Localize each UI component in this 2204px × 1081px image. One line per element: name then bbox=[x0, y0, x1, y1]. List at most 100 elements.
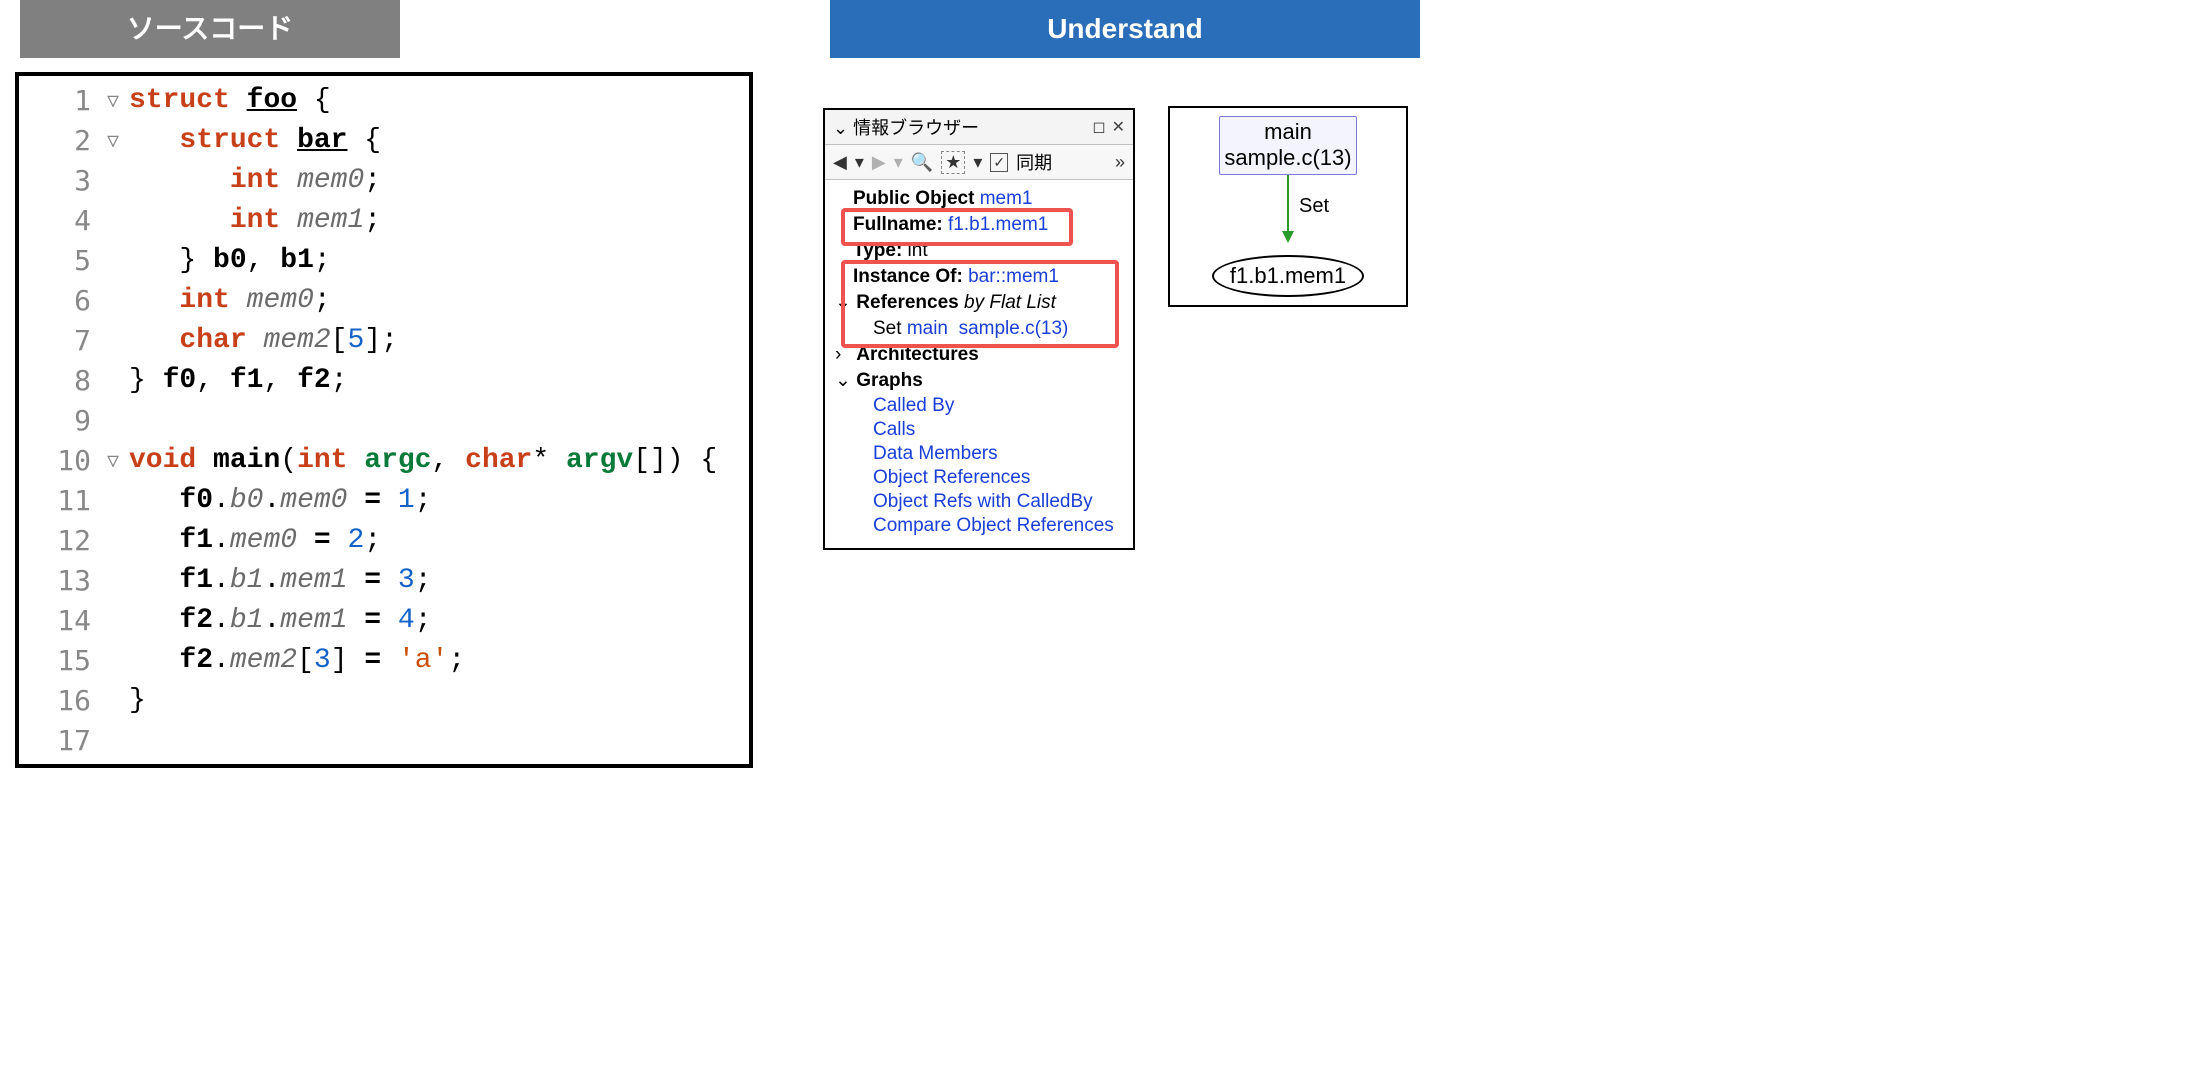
line-number: 12 bbox=[19, 524, 95, 557]
code-line[interactable]: 9 bbox=[19, 400, 749, 440]
info-reference-item[interactable]: Set main sample.c(13) bbox=[829, 316, 1129, 342]
code-text: f1.b1.mem1 = 3; bbox=[95, 565, 432, 596]
info-public-object: Public Object mem1 bbox=[829, 186, 1129, 212]
code-line[interactable]: 8} f0, f1, f2; bbox=[19, 360, 749, 400]
info-architectures[interactable]: › Architectures bbox=[829, 342, 1129, 368]
line-number: 9 bbox=[19, 404, 95, 437]
architectures-label: Architectures bbox=[856, 344, 979, 365]
star-icon[interactable]: ★ bbox=[941, 151, 965, 174]
chevron-down-icon[interactable]: ⌄ bbox=[833, 118, 848, 138]
code-text: } f0, f1, f2; bbox=[95, 365, 348, 396]
code-line[interactable]: 15 f2.mem2[3] = 'a'; bbox=[19, 640, 749, 680]
line-number: 17 bbox=[19, 724, 95, 757]
line-number: 10▽ bbox=[19, 444, 95, 477]
line-number: 5 bbox=[19, 244, 95, 277]
code-line[interactable]: 10▽void main(int argc, char* argv[]) { bbox=[19, 440, 749, 480]
line-number: 7 bbox=[19, 324, 95, 357]
info-browser-toolbar: ◀ ▾ ▶ ▾ 🔍 ★ ▾ ✓ 同期 » bbox=[825, 145, 1133, 180]
fullname-label: Fullname bbox=[853, 214, 936, 235]
graph-edge: Set bbox=[1178, 175, 1398, 245]
code-text: f2.b1.mem1 = 4; bbox=[95, 605, 432, 636]
info-browser-panel: ⌄ 情報ブラウザー ◻ ✕ ◀ ▾ ▶ ▾ 🔍 ★ ▾ ✓ 同期 » Publi… bbox=[823, 108, 1135, 550]
fullname-value[interactable]: f1.b1.mem1 bbox=[948, 214, 1048, 235]
public-object-value[interactable]: mem1 bbox=[980, 188, 1033, 209]
code-line[interactable]: 12 f1.mem0 = 2; bbox=[19, 520, 749, 560]
reference-location[interactable]: sample.c(13) bbox=[959, 318, 1069, 339]
instanceof-label: Instance Of bbox=[853, 266, 956, 287]
reference-kind: Set bbox=[873, 318, 902, 339]
graph-list-item[interactable]: Object References bbox=[829, 466, 1129, 490]
tree-expanded-icon[interactable]: ⌄ bbox=[835, 291, 851, 315]
line-number: 4 bbox=[19, 204, 95, 237]
forward-icon: ▶ bbox=[872, 152, 886, 173]
line-number: 11 bbox=[19, 484, 95, 517]
code-text: struct foo { bbox=[95, 85, 331, 116]
code-text: int mem0; bbox=[95, 165, 381, 196]
info-fullname: Fullname: f1.b1.mem1 bbox=[829, 212, 1129, 238]
reference-func[interactable]: main bbox=[907, 318, 948, 339]
graph-target-node[interactable]: f1.b1.mem1 bbox=[1212, 255, 1364, 297]
code-line[interactable]: 2▽ struct bar { bbox=[19, 120, 749, 160]
instanceof-value[interactable]: bar::mem1 bbox=[968, 266, 1059, 287]
code-line[interactable]: 3 int mem0; bbox=[19, 160, 749, 200]
tree-expanded-icon[interactable]: ⌄ bbox=[835, 369, 851, 393]
code-line[interactable]: 5 } b0, b1; bbox=[19, 240, 749, 280]
info-references[interactable]: ⌄ References by Flat List bbox=[829, 290, 1129, 316]
graph-target-label: f1.b1.mem1 bbox=[1230, 263, 1346, 288]
line-number: 13 bbox=[19, 564, 95, 597]
public-object-label: Public Object bbox=[853, 188, 974, 209]
fold-icon[interactable]: ▽ bbox=[107, 88, 119, 112]
code-text: } b0, b1; bbox=[95, 245, 331, 276]
back-menu-icon[interactable]: ▾ bbox=[855, 152, 864, 173]
code-text: f2.mem2[3] = 'a'; bbox=[95, 645, 465, 676]
graph-caller-node[interactable]: main sample.c(13) bbox=[1219, 116, 1356, 175]
graphs-label: Graphs bbox=[856, 370, 923, 391]
info-browser-titlebar: ⌄ 情報ブラウザー ◻ ✕ bbox=[825, 110, 1133, 145]
forward-menu-icon: ▾ bbox=[894, 152, 903, 173]
info-graphs[interactable]: ⌄ Graphs bbox=[829, 368, 1129, 394]
code-text: f0.b0.mem0 = 1; bbox=[95, 485, 432, 516]
header-understand: Understand bbox=[830, 0, 1420, 58]
info-browser-body: Public Object mem1 Fullname: f1.b1.mem1 … bbox=[825, 180, 1133, 548]
graph-list-item[interactable]: Called By bbox=[829, 394, 1129, 418]
type-label: Type bbox=[853, 240, 896, 261]
tree-collapsed-icon[interactable]: › bbox=[835, 343, 851, 367]
undock-icon[interactable]: ◻ bbox=[1092, 117, 1105, 137]
header-source-code: ソースコード bbox=[20, 0, 400, 58]
code-line[interactable]: 4 int mem1; bbox=[19, 200, 749, 240]
graph-edge-label: Set bbox=[1299, 195, 1329, 218]
sync-label: 同期 bbox=[1016, 149, 1052, 175]
code-line[interactable]: 11 f0.b0.mem0 = 1; bbox=[19, 480, 749, 520]
code-line[interactable]: 1▽struct foo { bbox=[19, 80, 749, 120]
sync-checkbox[interactable]: ✓ bbox=[990, 153, 1008, 172]
search-icon[interactable]: 🔍 bbox=[911, 152, 933, 173]
star-menu-icon[interactable]: ▾ bbox=[973, 152, 982, 173]
graph-list-item[interactable]: Data Members bbox=[829, 442, 1129, 466]
line-number: 15 bbox=[19, 644, 95, 677]
type-value: int bbox=[908, 240, 928, 261]
graph-list-item[interactable]: Compare Object References bbox=[829, 514, 1129, 538]
line-number: 3 bbox=[19, 164, 95, 197]
info-browser-title: 情報ブラウザー bbox=[853, 118, 979, 138]
code-line[interactable]: 14 f2.b1.mem1 = 4; bbox=[19, 600, 749, 640]
close-icon[interactable]: ✕ bbox=[1112, 117, 1125, 137]
graph-list-item[interactable]: Calls bbox=[829, 418, 1129, 442]
code-line[interactable]: 6 int mem0; bbox=[19, 280, 749, 320]
graph-caller-location: sample.c(13) bbox=[1224, 145, 1351, 171]
code-text: f1.mem0 = 2; bbox=[95, 525, 381, 556]
code-line[interactable]: 7 char mem2[5]; bbox=[19, 320, 749, 360]
code-text: struct bar { bbox=[95, 125, 381, 156]
line-number: 14 bbox=[19, 604, 95, 637]
fold-icon[interactable]: ▽ bbox=[107, 448, 119, 472]
source-code-panel: 1▽struct foo {2▽ struct bar {3 int mem0;… bbox=[15, 72, 753, 768]
fold-icon[interactable]: ▽ bbox=[107, 128, 119, 152]
line-number: 16 bbox=[19, 684, 95, 717]
code-line[interactable]: 16} bbox=[19, 680, 749, 720]
graph-list-item[interactable]: Object Refs with CalledBy bbox=[829, 490, 1129, 514]
code-line[interactable]: 13 f1.b1.mem1 = 3; bbox=[19, 560, 749, 600]
more-icon[interactable]: » bbox=[1115, 152, 1125, 173]
graph-caller-name: main bbox=[1224, 119, 1351, 145]
info-type: Type: int bbox=[829, 238, 1129, 264]
code-line[interactable]: 17 bbox=[19, 720, 749, 760]
back-icon[interactable]: ◀ bbox=[833, 152, 847, 173]
